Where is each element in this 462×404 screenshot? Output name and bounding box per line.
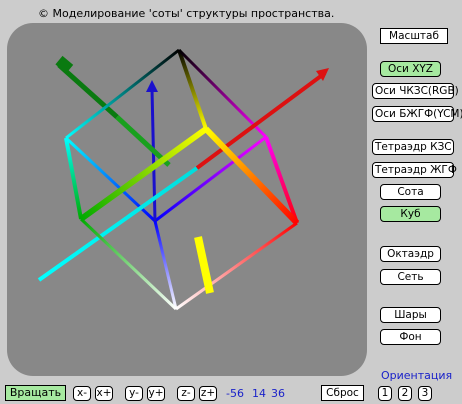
cube-edge xyxy=(153,220,178,310)
y-minus-button[interactable]: y- xyxy=(125,386,143,401)
cube-edge xyxy=(203,126,300,226)
axes-xyz-button[interactable]: Оси XYZ xyxy=(380,61,441,77)
orientation-label: Ориентация xyxy=(381,369,453,382)
tetrahedron-kzs-button[interactable]: Тетраэдр КЗС xyxy=(372,139,454,155)
axis-yellow xyxy=(194,236,214,294)
cube-render xyxy=(37,48,329,311)
x-minus-button[interactable]: x- xyxy=(73,386,91,401)
honeycomb-button[interactable]: Сота xyxy=(380,184,441,200)
background-button[interactable]: Фон xyxy=(380,329,441,345)
3d-viewport[interactable] xyxy=(7,23,367,376)
cube-edge xyxy=(79,217,178,311)
scale-button[interactable]: Масштаб xyxy=(380,28,448,44)
balls-button[interactable]: Шары xyxy=(380,307,441,323)
axes-rgb-button[interactable]: Оси ЧКЗС(RGB) xyxy=(372,83,459,99)
axis-y-arrow xyxy=(146,80,158,92)
rotate-button[interactable]: Вращать xyxy=(5,385,66,401)
app-title: © Моделирование 'соты' структуры простра… xyxy=(38,7,335,20)
angle-z-value: 36 xyxy=(271,387,285,400)
grid-button[interactable]: Сеть xyxy=(380,269,441,285)
z-plus-button[interactable]: z+ xyxy=(199,386,217,401)
z-minus-button[interactable]: z- xyxy=(177,386,195,401)
angle-x-value: -56 xyxy=(226,387,244,400)
octahedron-button[interactable]: Октаэдр xyxy=(380,246,441,262)
x-plus-button[interactable]: x+ xyxy=(95,386,113,401)
axes-ycm-button[interactable]: Оси БЖГФ(YCM) xyxy=(372,106,462,122)
axis-z xyxy=(57,63,119,119)
reset-button[interactable]: Сброс xyxy=(321,385,364,401)
cube-edge xyxy=(154,135,267,223)
angle-y-value: 14 xyxy=(252,387,266,400)
cube-edge xyxy=(175,221,298,311)
orientation-2-button[interactable]: 2 xyxy=(398,386,412,401)
axis-z-arrow xyxy=(55,55,74,74)
y-plus-button[interactable]: y+ xyxy=(147,386,165,401)
orientation-1-button[interactable]: 1 xyxy=(378,386,392,401)
cube-button[interactable]: Куб xyxy=(380,206,441,222)
tetrahedron-zhgf-button[interactable]: Тетраэдр ЖГФ xyxy=(372,162,457,178)
orientation-3-button[interactable]: 3 xyxy=(418,386,432,401)
